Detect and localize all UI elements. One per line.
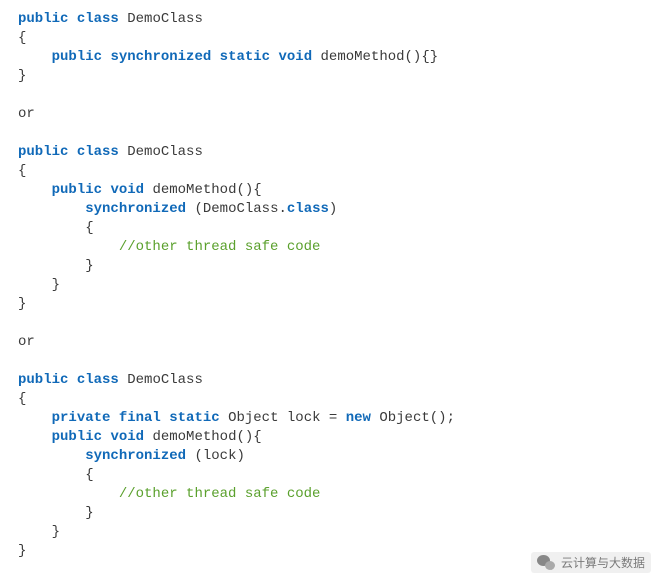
keyword-class: class — [77, 144, 119, 160]
dot: . — [278, 201, 286, 217]
keyword-static: static — [169, 410, 219, 426]
keyword-static: static — [220, 49, 270, 65]
keyword-synchronized: synchronized — [85, 448, 186, 464]
method-name: demoMethod — [321, 49, 405, 65]
comment: //other thread safe code — [119, 239, 321, 255]
brace-close: } — [18, 543, 26, 559]
keyword-void: void — [279, 49, 313, 65]
brace-close: } — [85, 258, 93, 274]
type-object: Object — [228, 410, 278, 426]
code-block: public class DemoClass { public synchron… — [0, 0, 661, 561]
or-separator: or — [18, 334, 35, 350]
lock-target: DemoClass — [203, 201, 279, 217]
brace-close: } — [18, 68, 26, 84]
keyword-synchronized: synchronized — [85, 201, 186, 217]
comment: //other thread safe code — [119, 486, 321, 502]
keyword-void: void — [110, 429, 144, 445]
brace-close: } — [18, 296, 26, 312]
keyword-new: new — [346, 410, 371, 426]
brace-close: } — [52, 524, 60, 540]
lock-target: lock — [203, 448, 237, 464]
keyword-void: void — [110, 182, 144, 198]
paren-open: ( — [186, 448, 203, 464]
keyword-public: public — [18, 372, 68, 388]
keyword-public: public — [18, 11, 68, 27]
method-sig: (){ — [236, 429, 261, 445]
keyword-synchronized: synchronized — [110, 49, 211, 65]
class-name: DemoClass — [127, 11, 203, 27]
class-name: DemoClass — [127, 144, 203, 160]
method-body: (){} — [405, 49, 439, 65]
method-name: demoMethod — [152, 182, 236, 198]
class-name: DemoClass — [127, 372, 203, 388]
method-name: demoMethod — [152, 429, 236, 445]
keyword-final: final — [119, 410, 161, 426]
method-sig: (){ — [236, 182, 261, 198]
brace-open: { — [85, 467, 93, 483]
keyword-private: private — [52, 410, 111, 426]
keyword-class: class — [77, 11, 119, 27]
constructor-call: Object(); — [371, 410, 455, 426]
brace-open: { — [18, 163, 26, 179]
brace-open: { — [18, 30, 26, 46]
brace-close: } — [85, 505, 93, 521]
keyword-public: public — [52, 49, 102, 65]
keyword-public: public — [52, 429, 102, 445]
brace-close: } — [52, 277, 60, 293]
class-literal: class — [287, 201, 329, 217]
keyword-class: class — [77, 372, 119, 388]
keyword-public: public — [18, 144, 68, 160]
paren-close: ) — [329, 201, 337, 217]
field-name: lock — [287, 410, 321, 426]
keyword-public: public — [52, 182, 102, 198]
or-separator: or — [18, 106, 35, 122]
brace-open: { — [85, 220, 93, 236]
equals: = — [321, 410, 346, 426]
brace-open: { — [18, 391, 26, 407]
paren-close: ) — [236, 448, 244, 464]
paren-open: ( — [186, 201, 203, 217]
